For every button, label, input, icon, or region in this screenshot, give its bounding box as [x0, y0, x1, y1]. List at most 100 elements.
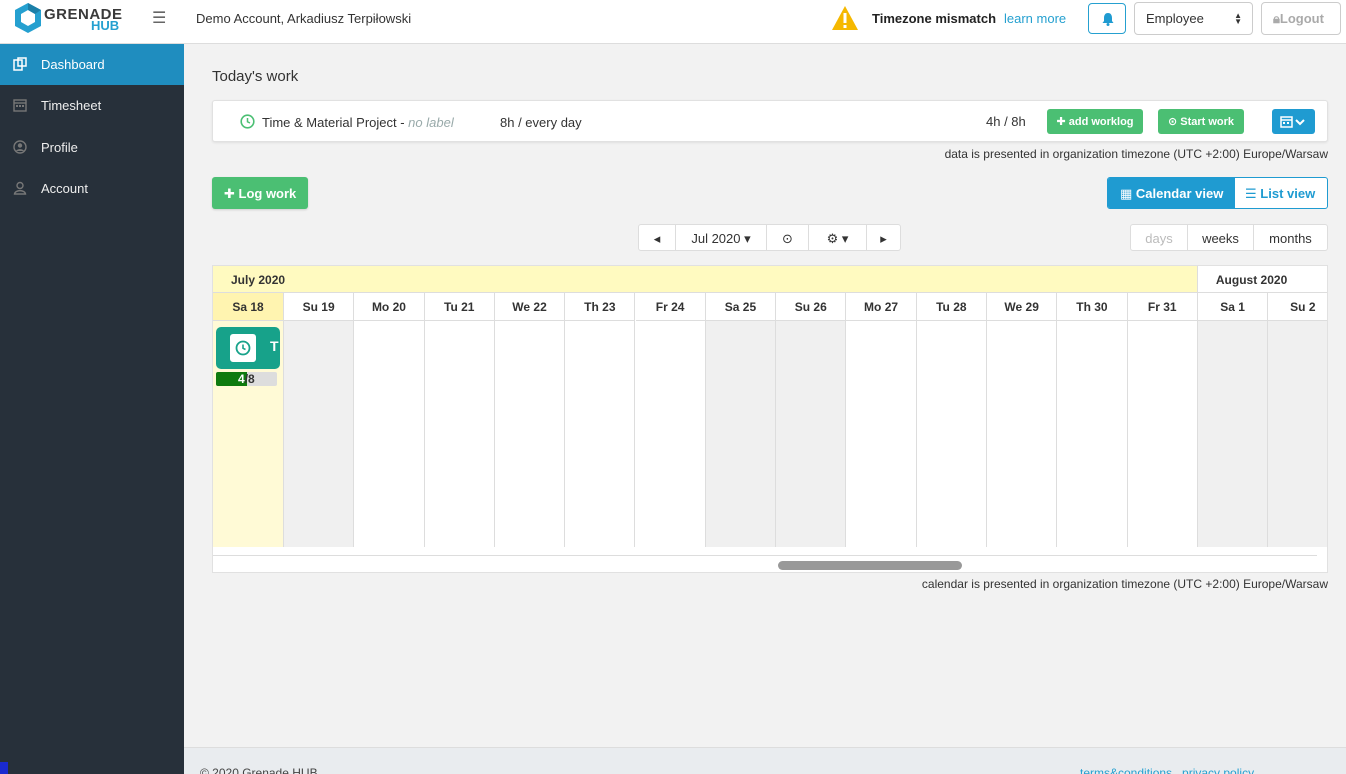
warning-icon: [832, 6, 858, 30]
start-work-label: Start work: [1180, 116, 1235, 128]
calendar-grid: July 2020 August 2020 Sa 18 Su 19 Mo 20 Tu 2…: [212, 265, 1328, 573]
day-column[interactable]: [494, 321, 566, 547]
project-label: no label: [408, 115, 454, 130]
day-column[interactable]: [635, 321, 706, 547]
day-header: Sa 1: [1197, 293, 1269, 321]
select-arrows-icon: ▲ ▼: [1234, 11, 1242, 26]
todays-work-card: Time & Material Project - no label 8h / …: [212, 100, 1328, 142]
day-header-row: Sa 18 Su 19 Mo 20 Tu 21 We 22 Th 23 Fr 24 Sa 25…: [213, 293, 1327, 321]
footer-links[interactable]: terms&conditions privacy policy: [1080, 766, 1254, 774]
sidebar-item-timesheet[interactable]: Timesheet: [0, 85, 184, 126]
learn-more-link[interactable]: learn more: [1004, 11, 1066, 26]
hamburger-menu-icon[interactable]: ☰: [152, 10, 166, 28]
logo-hexagon-icon: [15, 3, 41, 33]
settings-dropdown[interactable]: ⚙ ▾: [809, 225, 867, 250]
event-title: T: [270, 338, 279, 354]
day-column[interactable]: [1127, 321, 1198, 547]
day-column[interactable]: [424, 321, 495, 547]
list-view-label: List view: [1260, 186, 1316, 201]
prev-button[interactable]: ◂: [639, 225, 676, 250]
day-column[interactable]: [916, 321, 987, 547]
caret-down-icon: ▾: [841, 231, 849, 246]
view-toggle: ▦ Calendar view ☰ List view: [1107, 177, 1328, 209]
range-days-button[interactable]: days: [1131, 225, 1188, 250]
list-view-button[interactable]: ☰ List view: [1235, 178, 1327, 208]
sidebar-corner-mark: [0, 762, 8, 774]
calendar-view-label: Calendar view: [1135, 186, 1224, 201]
logo-text-bottom: HUB: [91, 18, 120, 33]
range-months-button[interactable]: months: [1254, 225, 1327, 250]
calendar-view-button[interactable]: ▦ Calendar view: [1108, 178, 1235, 208]
grenade-hub-logo[interactable]: GRENADE HUB: [14, 2, 124, 34]
day-column[interactable]: [565, 321, 636, 547]
clock-small-icon: ⊙: [1167, 116, 1181, 128]
day-header: Mo 27: [846, 293, 917, 321]
calendar-dropdown-button[interactable]: [1272, 109, 1315, 134]
day-header: Fr 31: [1127, 293, 1198, 321]
month-header: August 2020: [1197, 266, 1327, 293]
account-name: Demo Account, Arkadiusz Terpiłowski: [196, 11, 412, 26]
day-header: Sa 25: [705, 293, 777, 321]
role-select[interactable]: Employee ▲ ▼: [1134, 2, 1253, 35]
calendar-icon: [13, 99, 27, 112]
sidebar: Dashboard Timesheet Profile Account: [0, 44, 184, 774]
range-weeks-button[interactable]: weeks: [1188, 225, 1254, 250]
day-header: Tu 21: [424, 293, 495, 321]
horizontal-scrollbar[interactable]: [778, 561, 962, 570]
day-column[interactable]: [846, 321, 917, 547]
day-column[interactable]: [776, 321, 847, 547]
sidebar-item-profile[interactable]: Profile: [0, 127, 184, 168]
day-column[interactable]: [354, 321, 425, 547]
plus-icon: ✚: [1056, 116, 1069, 128]
scrollbar-track: [213, 555, 1317, 556]
event-icon-box: [230, 334, 256, 362]
page-title: Today's work: [212, 68, 299, 85]
log-work-label: Log work: [238, 186, 297, 201]
day-header: Mo 20: [354, 293, 425, 321]
timezone-mismatch-text: Timezone mismatch: [872, 11, 997, 26]
plus-icon: ✚: [224, 186, 239, 201]
sidebar-item-dashboard[interactable]: Dashboard: [0, 44, 184, 85]
logout-button[interactable]: 🔒︎Logout: [1261, 2, 1341, 35]
top-bar: GRENADE HUB ☰ Demo Account, Arkadiusz Te…: [0, 0, 1346, 44]
calendar-navigation: ◂ Jul 2020 ▾ ⊙ ⚙ ▾ ▸: [638, 224, 901, 251]
day-column[interactable]: T 4/8: [213, 321, 284, 547]
log-work-button[interactable]: ✚ Log work: [212, 177, 308, 209]
hours-progress: 4h / 8h: [986, 114, 1026, 129]
caret-down-icon: ▾: [744, 231, 751, 246]
caret-left-icon: ◂: [653, 231, 661, 246]
day-column[interactable]: [1057, 321, 1128, 547]
today-button[interactable]: ⊙: [767, 225, 809, 250]
data-timezone-note: data is presented in organization timezo…: [944, 147, 1328, 161]
day-column[interactable]: [987, 321, 1058, 547]
month-picker[interactable]: Jul 2020 ▾: [676, 225, 767, 250]
user-icon: [13, 181, 27, 195]
day-column[interactable]: [1268, 321, 1327, 547]
day-header: We 29: [987, 293, 1058, 321]
hours-progress-bar: 4/8: [216, 372, 277, 386]
project-title: Time & Material Project: [262, 115, 397, 130]
day-header: Sa 18: [213, 293, 284, 321]
footer: © 2020 Grenade HUB terms&conditions priv…: [184, 747, 1346, 774]
sidebar-item-label: Dashboard: [41, 57, 105, 72]
sidebar-item-label: Timesheet: [41, 98, 102, 113]
calendar-dropdown-icon: [1280, 116, 1305, 128]
day-header: We 22: [494, 293, 566, 321]
next-button[interactable]: ▸: [867, 225, 900, 250]
gear-icon: ⚙: [826, 231, 839, 246]
clock-icon: [235, 340, 251, 356]
notifications-button[interactable]: [1088, 3, 1126, 34]
day-header: Su 26: [776, 293, 847, 321]
month-header: July 2020: [213, 266, 1198, 293]
sidebar-item-account[interactable]: Account: [0, 168, 184, 209]
worklog-event[interactable]: T: [216, 327, 280, 369]
day-column[interactable]: [284, 321, 355, 547]
clock-icon: [240, 114, 255, 129]
day-header: Th 30: [1057, 293, 1128, 321]
day-header: Su 2: [1268, 293, 1327, 321]
add-worklog-button[interactable]: ✚ add worklog: [1047, 109, 1143, 134]
day-header: Th 23: [565, 293, 636, 321]
day-column[interactable]: [1197, 321, 1269, 547]
day-column[interactable]: [705, 321, 777, 547]
start-work-button[interactable]: ⊙ Start work: [1158, 109, 1244, 134]
